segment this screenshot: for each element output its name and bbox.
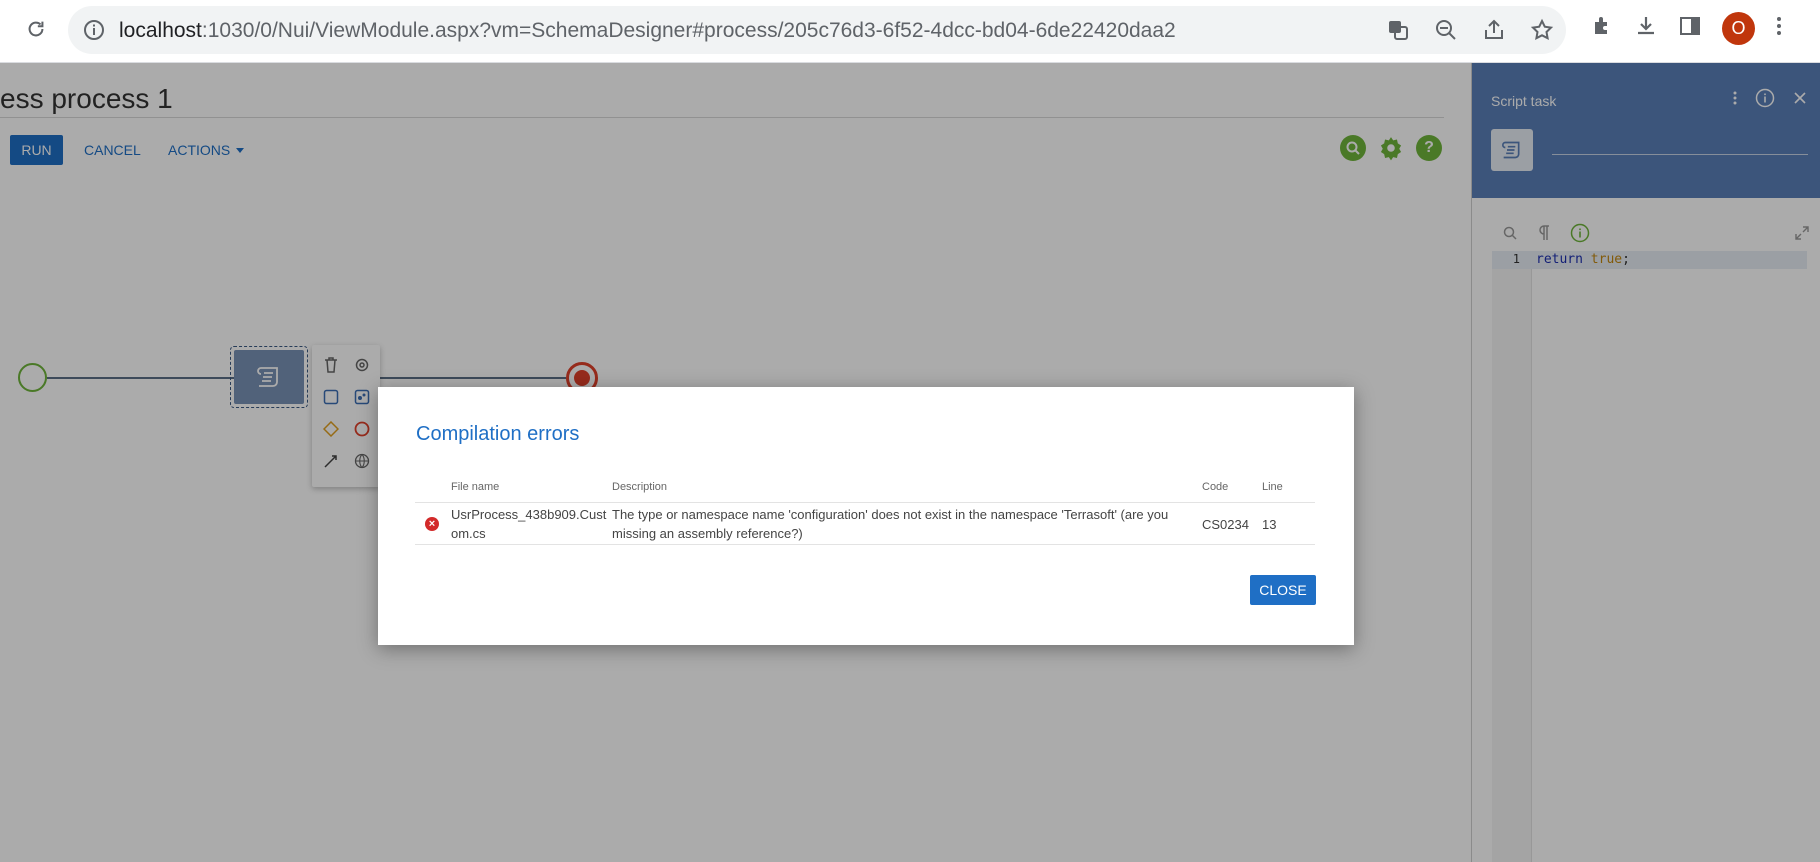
side-panel-icon[interactable] [1678, 14, 1702, 43]
extensions-icon[interactable] [1590, 14, 1614, 43]
address-bar[interactable]: localhost:1030/0/Nui/ViewModule.aspx?vm=… [68, 6, 1566, 54]
dialog-title: Compilation errors [416, 423, 580, 445]
reload-icon[interactable] [20, 13, 52, 45]
download-icon[interactable] [1634, 14, 1658, 43]
url-host: localhost [119, 19, 202, 42]
column-header-description: Description [612, 481, 668, 493]
table-row[interactable]: × UsrProcess_438b909.Custom.cs The type … [415, 503, 1315, 545]
cell-line: 13 [1262, 517, 1277, 532]
error-icon: × [425, 517, 439, 531]
share-icon[interactable] [1482, 18, 1506, 47]
translate-icon[interactable] [1386, 18, 1410, 47]
url-text[interactable]: localhost:1030/0/Nui/ViewModule.aspx?vm=… [119, 19, 1176, 43]
menu-icon[interactable] [1775, 14, 1783, 43]
star-icon[interactable] [1530, 18, 1554, 47]
profile-avatar[interactable]: O [1722, 12, 1755, 45]
compilation-errors-dialog: Compilation errors File name Description… [378, 387, 1354, 645]
info-icon[interactable] [82, 18, 106, 47]
column-header-file: File name [451, 481, 500, 493]
browser-toolbar: localhost:1030/0/Nui/ViewModule.aspx?vm=… [0, 0, 1820, 63]
column-header-code: Code [1202, 481, 1229, 493]
close-button[interactable]: CLOSE [1250, 575, 1316, 605]
url-path: :1030/0/Nui/ViewModule.aspx?vm=SchemaDes… [201, 19, 1176, 42]
cell-description: The type or namespace name 'configuratio… [612, 507, 1169, 541]
cell-file: UsrProcess_438b909.Custom.cs [451, 507, 607, 541]
column-header-line: Line [1262, 481, 1283, 493]
cell-code: CS0234 [1202, 517, 1249, 532]
zoom-out-icon[interactable] [1434, 18, 1458, 47]
